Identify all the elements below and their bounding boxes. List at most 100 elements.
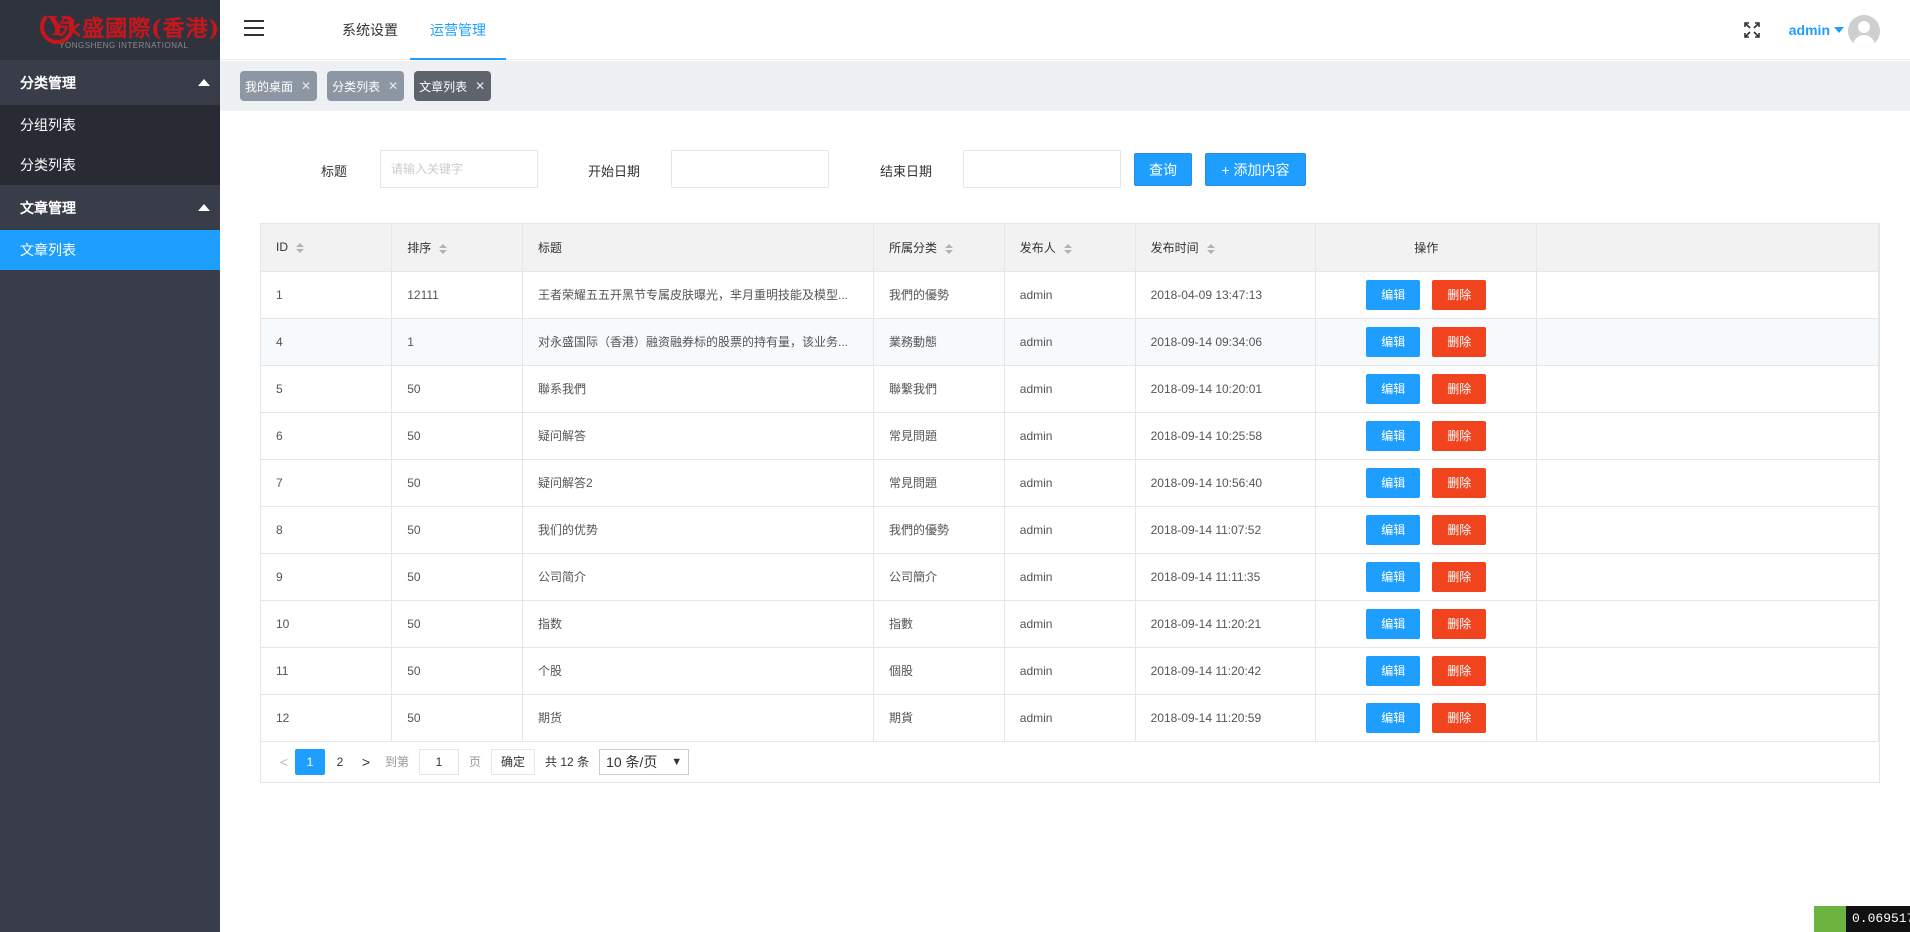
fullscreen-icon[interactable] [1744,22,1760,38]
sort-icon[interactable] [1063,243,1072,254]
column-header-id[interactable]: ID [261,224,393,272]
cell-order: 50 [391,694,523,742]
brand-logo[interactable]: Y 永盛國際(香港) YONGSHENG INTERNATIONAL [0,0,220,60]
cell-title: 王者荣耀五五开黑节专属皮肤曝光，芈月重明技能及模型... [522,271,874,319]
delete-button[interactable]: 删除 [1432,561,1487,592]
table-row[interactable]: 4 1 对永盛国际（香港）融资融券标的股票的持有量，该业务... 業務動態 admin 2… [261,318,1879,366]
cell-publisher: admin [1004,600,1136,648]
user-menu[interactable]: admin [1789,22,1844,38]
table-row[interactable]: 8 50 我们的优势 我們的優勢 admin 2018-09-14 11:07:52 编辑删… [261,506,1879,554]
delete-button[interactable]: 删除 [1432,467,1487,498]
edit-button[interactable]: 编辑 [1366,514,1421,545]
caret-up-icon [198,79,210,86]
table-row[interactable]: 9 50 公司简介 公司簡介 admin 2018-09-14 11:11:35 编辑 删除 [261,553,1879,601]
goto-confirm-button[interactable]: 确定 [491,748,536,775]
cell-id: 5 [261,365,393,413]
table-row[interactable]: 11 50 个股 個股 admin 2018-09-14 11:20:42 编辑 删除 [261,647,1879,695]
prev-page-icon[interactable]: < [273,754,295,770]
cell-category: 我們的優勢 [873,506,1005,554]
edit-button[interactable]: 编辑 [1366,655,1421,686]
query-button[interactable]: 查询 [1134,153,1192,186]
sort-icon[interactable] [944,243,953,254]
sidebar-group-label: 分类管理 [20,74,76,91]
close-icon[interactable]: ✕ [301,79,311,93]
cell-id: 12 [261,694,393,742]
cell-filler [1536,318,1879,366]
column-header-publish-time[interactable]: 发布时间 [1135,224,1317,272]
cell-category: 期貨 [873,694,1005,742]
close-icon[interactable]: ✕ [388,79,398,93]
cell-publish-time: 2018-09-14 09:34:06 [1135,318,1317,366]
tab-system-settings[interactable]: 系统设置 [320,0,420,60]
delete-button[interactable]: 删除 [1432,514,1487,545]
table-row[interactable]: 6 50 疑问解答 常見問題 admin 2018-09-14 10:25:58 编辑 删除 [261,412,1879,460]
cell-actions: 编辑 删除 [1315,271,1538,319]
start-date-input[interactable] [671,150,829,188]
table-row[interactable]: 1 12111 王者荣耀五五开黑节专属皮肤曝光，芈月重明技能及模型... 我們的優勢 a… [261,271,1879,319]
delete-button[interactable]: 删除 [1432,608,1487,639]
column-header-publisher[interactable]: 发布人 [1004,224,1136,272]
brand-name-en: YONGSHENG INTERNATIONAL [59,40,189,50]
cell-category: 我們的優勢 [873,271,1005,319]
goto-page-input[interactable]: 1 [419,748,460,775]
close-icon[interactable]: ✕ [475,79,485,93]
table-row[interactable]: 10 50 指数 指數 admin 2018-09-14 11:20:21 编辑 删除 [261,600,1879,648]
cell-publish-time: 2018-09-14 10:56:40 [1135,459,1317,507]
cell-publish-time: 2018-09-14 11:20:42 [1135,647,1317,695]
sidebar-item-article-list[interactable]: 文章列表 [0,230,220,270]
cell-category: 常見問題 [873,459,1005,507]
edit-button[interactable]: 编辑 [1366,279,1421,310]
delete-button[interactable]: 删除 [1432,420,1487,451]
cell-actions: 编辑 删除 [1315,412,1538,460]
table-row[interactable]: 5 50 聯系我們 聯繫我們 admin 2018-09-14 10:20:01 编辑 删除 [261,365,1879,413]
delete-button[interactable]: 删除 [1432,702,1487,733]
avatar[interactable] [1848,15,1880,47]
delete-button[interactable]: 删除 [1432,279,1487,310]
title-search-input[interactable] [380,150,538,188]
cell-category: 指數 [873,600,1005,648]
edit-button[interactable]: 编辑 [1366,467,1421,498]
sort-icon[interactable] [296,243,304,254]
page-button-2[interactable]: 2 [325,749,355,775]
page-tab-label: 文章列表 [419,79,468,94]
next-page-icon[interactable]: > [355,754,377,770]
page-tab-desktop[interactable]: 我的桌面 ✕ [240,71,318,101]
page-tab-article-list[interactable]: 文章列表 ✕ [414,71,492,101]
edit-button[interactable]: 编辑 [1366,702,1421,733]
delete-button[interactable]: 删除 [1432,655,1487,686]
page-size-select[interactable]: 10 条/页 ▼ [599,748,690,775]
sidebar-group-article[interactable]: 文章管理 [0,185,220,230]
sidebar-group-category[interactable]: 分类管理 [0,60,220,105]
cell-publish-time: 2018-09-14 11:11:35 [1135,553,1317,601]
leaf-icon [1814,906,1846,932]
goto-label: 到第 [385,755,410,769]
cell-id: 7 [261,459,393,507]
delete-button[interactable]: 删除 [1432,326,1487,357]
table-row[interactable]: 12 50 期货 期貨 admin 2018-09-14 11:20:59 编辑 删除 [261,694,1879,742]
page-button-1[interactable]: 1 [295,748,325,775]
column-header-category[interactable]: 所属分类 [873,224,1005,272]
cell-title: 公司简介 [522,553,874,601]
tab-operations[interactable]: 运营管理 [410,0,506,60]
end-date-input[interactable] [963,150,1121,188]
sidebar-group-label: 文章管理 [20,199,76,216]
edit-button[interactable]: 编辑 [1366,420,1421,451]
add-content-button[interactable]: + 添加内容 [1205,153,1306,186]
cell-id: 6 [261,412,393,460]
menu-toggle-icon[interactable] [244,20,264,36]
edit-button[interactable]: 编辑 [1366,373,1421,404]
sort-icon[interactable] [1206,243,1215,254]
edit-button[interactable]: 编辑 [1366,326,1421,357]
table-row[interactable]: 7 50 疑问解答2 常見問題 admin 2018-09-14 10:56:40 编辑 删除 [261,459,1879,507]
column-header-order[interactable]: 排序 [391,224,523,272]
column-header-title: 标题 [522,224,874,272]
page-tab-category-list[interactable]: 分类列表 ✕ [327,71,405,101]
cell-order: 50 [391,600,523,648]
edit-button[interactable]: 编辑 [1366,561,1421,592]
delete-button[interactable]: 删除 [1432,373,1487,404]
sidebar-item-group-list[interactable]: 分组列表 [0,105,220,145]
sort-icon[interactable] [439,243,448,254]
sidebar-item-category-list[interactable]: 分类列表 [0,145,220,185]
cell-order: 50 [391,365,523,413]
edit-button[interactable]: 编辑 [1366,608,1421,639]
